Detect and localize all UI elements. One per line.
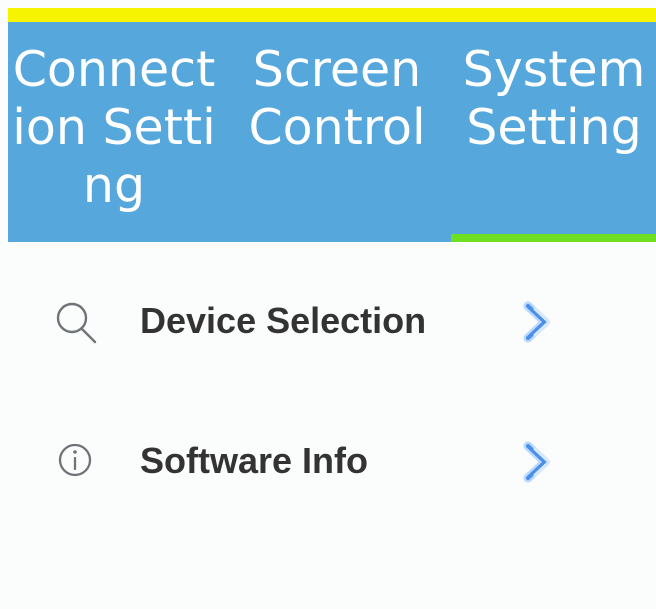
- tab-screen-control[interactable]: Screen Control: [236, 22, 438, 242]
- app-screen: Connection Setting Screen Control System…: [0, 0, 656, 609]
- tab-connection-setting[interactable]: Connection Setting: [10, 22, 218, 242]
- chevron-right-icon: [523, 441, 551, 483]
- device-selection-label: Device Selection: [140, 300, 427, 341]
- tab-system-setting[interactable]: System Setting: [452, 22, 656, 242]
- tab-system-setting-label: System Setting: [462, 41, 646, 156]
- search-icon: [56, 302, 97, 344]
- chevron-right-icon: [523, 301, 551, 343]
- software-info-row[interactable]: Software Info: [8, 418, 578, 508]
- info-icon: [58, 443, 92, 477]
- top-status-strip: [8, 8, 656, 22]
- device-selection-row[interactable]: Device Selection: [8, 278, 578, 368]
- tab-screen-control-label: Screen Control: [248, 41, 426, 156]
- software-info-label: Software Info: [140, 440, 369, 481]
- tab-connection-setting-label: Connection Setting: [12, 41, 216, 214]
